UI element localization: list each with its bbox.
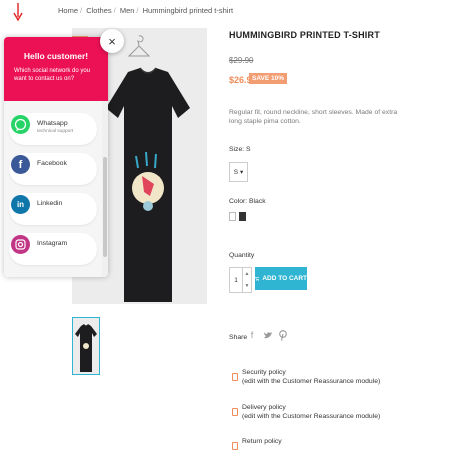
linkedin-icon: in <box>11 195 30 214</box>
regular-price: $29.90 <box>229 56 254 65</box>
reassurance-title: Security policy <box>242 369 286 376</box>
size-select[interactable]: S ▾ <box>229 162 248 182</box>
breadcrumb-separator: / <box>80 6 83 15</box>
breadcrumb-men[interactable]: Men <box>120 6 135 15</box>
quantity-label: Quantity <box>229 252 255 259</box>
widget-question: Which social network do you want to cont… <box>14 68 91 82</box>
breadcrumb-clothes[interactable]: Clothes <box>86 6 111 15</box>
add-to-cart-button[interactable]: ADD TO CART <box>255 267 307 290</box>
quantity-stepper[interactable]: ▲ ▼ <box>243 267 252 293</box>
shield-icon <box>232 373 238 381</box>
widget-scrollbar-thumb[interactable] <box>103 157 107 257</box>
truck-icon <box>232 408 238 416</box>
contact-subtitle: technical support <box>37 129 74 134</box>
color-swatch-black[interactable] <box>239 212 246 221</box>
reassurance-return: Return policy <box>232 437 282 450</box>
reassurance-security: Security policy (edit with the Customer … <box>232 368 380 386</box>
chevron-down-icon[interactable]: ▼ <box>245 283 250 289</box>
breadcrumb-separator: / <box>136 6 139 15</box>
reassurance-title: Return policy <box>242 438 282 445</box>
add-to-cart-label: ADD TO CART <box>262 275 307 282</box>
chevron-down-icon: ▾ <box>240 169 244 176</box>
size-select-value: S <box>233 168 239 176</box>
tshirt-image <box>106 67 190 302</box>
share-label: Share <box>229 334 248 341</box>
close-widget-button[interactable]: × <box>100 29 124 53</box>
product-thumbnail[interactable] <box>72 317 100 375</box>
widget-header: Hello customer! Which social network do … <box>4 37 108 101</box>
widget-greeting: Hello customer! <box>23 51 89 61</box>
product-title: HUMMINGBIRD PRINTED T-SHIRT <box>229 30 380 40</box>
contact-instagram[interactable]: Instagram <box>9 233 97 265</box>
breadcrumb-current: Hummingbird printed t-shirt <box>142 6 234 15</box>
breadcrumb-separator: / <box>113 6 116 15</box>
quantity-input[interactable]: 1 <box>229 267 243 293</box>
contact-whatsapp[interactable]: Whatsapp technical support <box>9 113 97 145</box>
color-swatch-white[interactable] <box>229 212 236 221</box>
contact-name: Facebook <box>37 160 67 167</box>
reassurance-note: (edit with the Customer Reassurance modu… <box>242 378 381 385</box>
contact-linkedin[interactable]: in Linkedin <box>9 193 97 225</box>
contact-name: Linkedin <box>37 200 63 207</box>
size-label: Size: S <box>229 146 251 153</box>
breadcrumb: Home / Clothes / Men / Hummingbird printed … <box>58 6 233 15</box>
chevron-up-icon[interactable]: ▲ <box>245 271 250 277</box>
contact-name: Instagram <box>37 240 68 247</box>
whatsapp-icon <box>11 115 30 134</box>
instagram-icon <box>11 235 30 254</box>
contact-facebook[interactable]: f Facebook <box>9 153 97 185</box>
color-label: Color: Black <box>229 198 266 205</box>
pinterest-share-icon[interactable] <box>277 329 289 341</box>
widget-contact-list: Whatsapp technical support f Facebook in… <box>4 101 108 277</box>
discount-badge: SAVE 10% <box>249 73 288 84</box>
breadcrumb-home[interactable]: Home <box>58 6 78 15</box>
return-icon <box>232 442 238 450</box>
product-description: Regular fit, round neckline, short sleev… <box>229 109 398 125</box>
cart-icon <box>255 276 260 281</box>
reassurance-title: Delivery policy <box>242 404 286 411</box>
social-contact-widget: Hello customer! Which social network do … <box>4 37 108 277</box>
reassurance-note: (edit with the Customer Reassurance modu… <box>242 413 381 420</box>
facebook-icon: f <box>11 155 30 174</box>
twitter-share-icon[interactable] <box>262 329 274 341</box>
contact-name: Whatsapp <box>37 120 68 127</box>
facebook-share-icon[interactable]: f <box>246 329 258 341</box>
arrow-down-icon <box>13 3 23 22</box>
reassurance-delivery: Delivery policy (edit with the Customer … <box>232 403 380 421</box>
thumbnail-tshirt-image <box>75 324 97 372</box>
